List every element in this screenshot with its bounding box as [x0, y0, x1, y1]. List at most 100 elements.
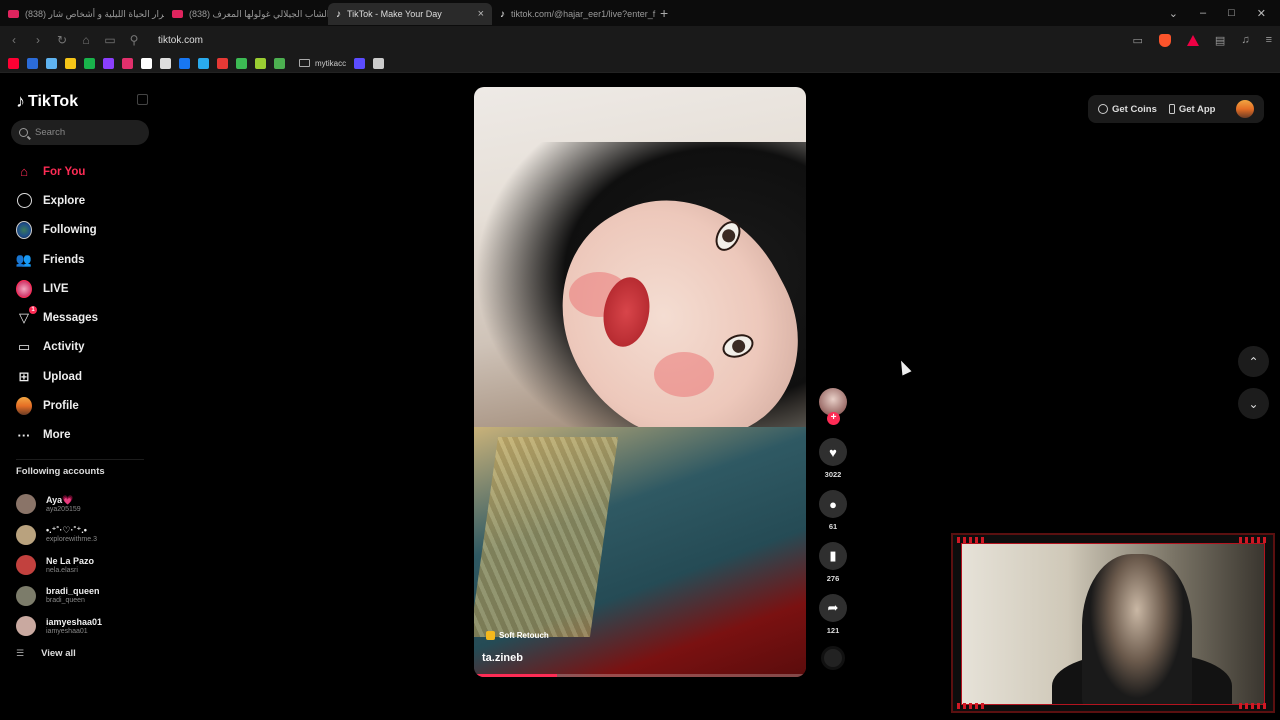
- menu-item-more[interactable]: ··· More: [16, 421, 98, 450]
- avatar: [16, 585, 36, 606]
- reload-icon[interactable]: ↻: [56, 33, 68, 47]
- bookmark-icon[interactable]: [65, 57, 76, 69]
- account-name: bradi_queen: [46, 586, 100, 597]
- sidebar-toggle-icon[interactable]: ▤: [1215, 34, 1225, 47]
- video-player[interactable]: Soft Retouch ta.zineb: [474, 87, 806, 677]
- menu-item-profile[interactable]: Profile: [16, 391, 98, 420]
- bookmark-icon[interactable]: [354, 57, 366, 69]
- bookmark-folder[interactable]: mytikacc: [299, 59, 346, 68]
- bookmark-icon[interactable]: [217, 57, 228, 69]
- forward-icon[interactable]: ›: [32, 33, 44, 47]
- effect-icon: [486, 631, 495, 640]
- brave-shields-icon[interactable]: [1158, 33, 1171, 47]
- new-tab-button[interactable]: +: [660, 5, 668, 21]
- view-all-link[interactable]: ☰ View all: [16, 648, 76, 659]
- coin-icon: [1098, 104, 1108, 114]
- account-item[interactable]: Aya💗 aya205159: [16, 489, 102, 520]
- account-item[interactable]: bradi_queen bradi_queen: [16, 581, 102, 612]
- like-button[interactable]: ♥: [819, 438, 847, 466]
- bookmark-icon[interactable]: [8, 57, 19, 69]
- effect-tag[interactable]: Soft Retouch: [486, 631, 549, 640]
- bookmark-icon[interactable]: [103, 57, 114, 69]
- search-input[interactable]: [35, 127, 135, 138]
- site-settings-icon[interactable]: ⚲: [128, 33, 140, 47]
- bookmark-icon[interactable]: [46, 57, 57, 69]
- tab-list-icon[interactable]: ⌄: [1169, 7, 1178, 20]
- video-progress-bar[interactable]: [474, 674, 806, 677]
- bookmark-icon[interactable]: [255, 57, 266, 69]
- tab-title: (838) أسرار الحياة الليلية و أشخاص شار: [25, 8, 164, 19]
- menu-label: Explore: [43, 194, 86, 207]
- get-app-button[interactable]: Get App: [1168, 104, 1215, 115]
- comment-button[interactable]: ●: [819, 490, 847, 518]
- creator-avatar[interactable]: +: [819, 388, 847, 425]
- bookmark-icon[interactable]: [122, 57, 133, 69]
- avatar: [16, 616, 36, 637]
- tiktok-logo[interactable]: ♪ TikTok: [16, 91, 78, 112]
- account-handle: bradi_queen: [46, 597, 85, 605]
- menu-item-live[interactable]: LIVE: [16, 274, 98, 303]
- browser-tab[interactable]: (838) الشاب الجيلالي غولولها المعرف: [164, 3, 328, 25]
- chevron-down-icon: ⌄: [1248, 396, 1259, 411]
- bookmark-icon[interactable]: [274, 57, 285, 69]
- folder-icon: [299, 59, 310, 67]
- music-disc-icon[interactable]: [821, 646, 845, 670]
- home-page-icon[interactable]: ⌂: [80, 33, 92, 47]
- url-field[interactable]: tiktok.com: [158, 35, 203, 46]
- browser-tab-active[interactable]: ♪ TikTok - Make Your Day ×: [328, 3, 492, 25]
- maximize-button[interactable]: □: [1228, 7, 1235, 20]
- browser-tab[interactable]: ♪ tiktok.com/@hajar_eer1/live?enter_f: [492, 3, 656, 25]
- webcam-frame: [961, 543, 1265, 705]
- share-button[interactable]: ➦: [819, 594, 847, 622]
- menu-item-upload[interactable]: ⊞ Upload: [16, 362, 98, 391]
- account-name: •.⁺˚·♡·˚⁺.•: [46, 525, 87, 536]
- browser-tab-bar: (838) أسرار الحياة الليلية و أشخاص شار (…: [0, 0, 1280, 26]
- menu-item-messages[interactable]: ▽ 1 Messages: [16, 303, 98, 332]
- search-icon: [19, 128, 28, 137]
- youtube-icon: [172, 10, 183, 18]
- minimize-button[interactable]: –: [1200, 7, 1206, 20]
- bookmark-icon[interactable]: [236, 57, 247, 69]
- collapse-sidebar-icon[interactable]: [137, 94, 148, 105]
- bookmark-icon[interactable]: [179, 57, 190, 69]
- bookmark-icon[interactable]: [373, 57, 385, 69]
- browser-tab[interactable]: (838) أسرار الحياة الليلية و أشخاص شار: [0, 3, 164, 25]
- bookmark-icon[interactable]: [160, 57, 171, 69]
- account-item[interactable]: Ne La Pazo nela.elasri: [16, 550, 102, 581]
- account-item[interactable]: •.⁺˚·♡·˚⁺.• explorewithme.3: [16, 520, 102, 551]
- menu-item-activity[interactable]: ▭ Activity: [16, 333, 98, 362]
- bookmark-icon[interactable]: [141, 57, 152, 69]
- save-button[interactable]: ▮: [819, 542, 847, 570]
- close-tab-icon[interactable]: ×: [478, 8, 484, 20]
- close-window-button[interactable]: ✕: [1257, 7, 1266, 20]
- get-coins-button[interactable]: Get Coins: [1098, 104, 1157, 115]
- get-coins-label: Get Coins: [1112, 103, 1157, 115]
- menu-item-following[interactable]: Following: [16, 216, 98, 245]
- list-icon: ☰: [16, 648, 25, 658]
- video-author[interactable]: ta.zineb: [482, 652, 523, 664]
- follow-plus-icon[interactable]: +: [827, 412, 840, 425]
- friends-icon: 👥: [15, 251, 33, 267]
- messages-icon: ▽ 1: [16, 306, 37, 326]
- account-handle: explorewithme.3: [46, 536, 97, 544]
- bookmark-icon[interactable]: ▭: [104, 33, 116, 47]
- logo-text: TikTok: [28, 92, 79, 110]
- menu-item-friends[interactable]: 👥 Friends: [16, 245, 98, 274]
- search-box[interactable]: [11, 120, 149, 145]
- account-item[interactable]: iamyeshaa01 iamyeshaa01: [16, 611, 102, 642]
- menu-icon[interactable]: ≡: [1266, 34, 1272, 46]
- cast-icon[interactable]: ▭: [1133, 34, 1143, 47]
- tiktok-note-icon: ♪: [16, 91, 25, 111]
- profile-avatar[interactable]: [1236, 100, 1254, 118]
- upload-icon: ⊞: [18, 368, 30, 384]
- menu-item-explore[interactable]: Explore: [16, 186, 98, 215]
- media-icon[interactable]: ♫: [1241, 34, 1249, 46]
- next-video-button[interactable]: ⌄: [1238, 388, 1269, 419]
- menu-item-for-you[interactable]: ⌂ For You: [16, 157, 98, 186]
- brave-rewards-icon[interactable]: [1186, 34, 1199, 46]
- back-icon[interactable]: ‹: [8, 33, 20, 47]
- previous-video-button[interactable]: ⌃: [1238, 346, 1269, 377]
- bookmark-icon[interactable]: [84, 57, 95, 69]
- bookmark-icon[interactable]: [198, 57, 209, 69]
- bookmark-icon[interactable]: [27, 57, 38, 69]
